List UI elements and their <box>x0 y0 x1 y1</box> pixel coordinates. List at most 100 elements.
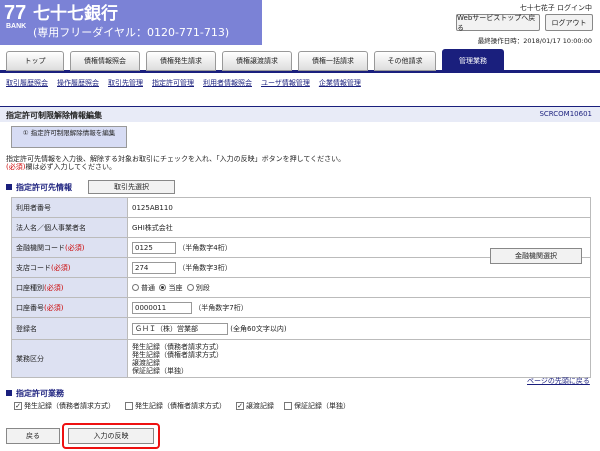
section-title: 指定許可業務 <box>16 389 64 398</box>
partner-form: 利用者番号 0125AB110 法人名／個人事業者名 GHI株式会社 金融機関コ… <box>11 197 591 378</box>
bank-code-input[interactable]: 0125 <box>132 241 176 254</box>
tab-other-request[interactable]: その他請求 <box>374 51 436 71</box>
subnav-transaction-history[interactable]: 取引履歴照会 <box>6 78 48 90</box>
last-operation-time: 最終操作日時：2018/01/17 10:00:00 <box>477 37 592 45</box>
user-login-status: 七十七花子 ログイン中 <box>519 4 592 12</box>
cell-account-no: 0000011 （半角数字7桁） <box>127 297 591 318</box>
label-branch: 支店コード(必須) <box>11 257 128 278</box>
back-button[interactable]: 戻る <box>6 428 60 444</box>
select-financial-institution-button[interactable]: 金融機関選択 <box>490 248 582 264</box>
subnav-company-management[interactable]: 企業情報管理 <box>319 78 361 90</box>
logo-mark-sub: BANK <box>6 23 27 30</box>
check-label: 保証記録（単独） <box>294 402 350 410</box>
check-item: 保証記録（単独） <box>284 401 350 411</box>
row-user-number: 利用者番号 0125AB110 <box>11 197 591 218</box>
sub-navigation: 取引履歴照会 操作履歴照会 取引先管理 指定許可管理 利用者情報照会 ユーザ情報… <box>6 78 361 90</box>
select-partner-button[interactable]: 取引先選択 <box>88 180 175 194</box>
value-company: GHI株式会社 <box>127 217 591 238</box>
tab-admin[interactable]: 管理業務 <box>442 49 504 72</box>
tab-bulk-request[interactable]: 債権一括請求 <box>298 51 368 71</box>
row-business: 業務区分 発生記録（債務者請求方式） 発生記録（債権者請求方式） 譲渡記録 保証… <box>11 339 591 378</box>
radio-special-label: 別段 <box>195 283 210 292</box>
checkbox-debtor-issue[interactable]: ✓ <box>14 402 22 410</box>
label-user-number: 利用者番号 <box>11 197 128 218</box>
tab-claim-transfer[interactable]: 債権譲渡請求 <box>222 51 292 71</box>
label-bank-code-text: 金融機関コード <box>16 243 65 252</box>
radio-current[interactable] <box>159 284 167 291</box>
check-item: ✓ 譲渡記録 <box>236 401 274 411</box>
business-line: 発生記録（債権者請求方式） <box>132 350 223 359</box>
reg-name-input[interactable]: ＧＨＩ（株）営業部 <box>132 322 228 335</box>
service-top-button[interactable]: Webサービストップへ戻る <box>456 14 540 32</box>
screen-id: SCRCOM10601 <box>539 110 592 118</box>
logo-mark: 77 <box>4 2 27 24</box>
label-reg-name: 登録名 <box>11 317 128 340</box>
label-company: 法人名／個人事業者名 <box>11 217 128 238</box>
row-account-no: 口座番号(必須) 0000011 （半角数字7桁） <box>11 297 591 318</box>
required-marker: (必須) <box>65 243 85 252</box>
page-header: 77 BANK 七十七銀行 (専用フリーダイヤル：0120-771-713) 七… <box>0 0 600 45</box>
required-marker: (必須) <box>6 163 26 171</box>
business-line: 保証記録（単独） <box>132 366 188 375</box>
label-branch-text: 支店コード <box>16 263 51 272</box>
bank-phone: (専用フリーダイヤル：0120-771-713) <box>33 26 230 39</box>
required-marker: (必須) <box>51 263 71 272</box>
main-tabs: トップ 債権情報照会 債権発生請求 債権譲渡請求 債権一括請求 その他請求 管理… <box>0 49 600 73</box>
bank-code-hint: （半角数字4桁） <box>178 243 232 252</box>
business-line: 発生記録（債務者請求方式） <box>132 342 223 351</box>
checkbox-creditor-issue[interactable] <box>125 402 133 410</box>
reg-name-hint: (全角60文字以内) <box>230 324 287 333</box>
operation-checkboxes: ✓ 発生記録（債務者請求方式） 発生記録（債権者請求方式） ✓ 譲渡記録 保証記録（… <box>14 401 350 411</box>
subnav-partner-management[interactable]: 取引先管理 <box>108 78 143 90</box>
radio-ordinary-label: 普通 <box>141 283 155 292</box>
subnav-permission-management[interactable]: 指定許可管理 <box>152 78 194 90</box>
checkbox-guarantee[interactable] <box>284 402 292 410</box>
value-user-number: 0125AB110 <box>127 197 591 218</box>
row-company: 法人名／個人事業者名 GHI株式会社 <box>11 217 591 238</box>
check-label: 譲渡記録 <box>246 402 274 410</box>
branch-code-hint: （半角数字3桁） <box>178 263 232 272</box>
label-business: 業務区分 <box>11 339 128 378</box>
radio-current-label: 当座 <box>168 283 183 292</box>
apply-button-highlight: 入力の反映 <box>62 423 160 449</box>
required-marker: (必須) <box>44 283 64 292</box>
tab-claim-issue[interactable]: 債権発生請求 <box>146 51 216 71</box>
page-title: 指定許可制限解除情報編集 <box>6 111 102 120</box>
radio-ordinary[interactable] <box>132 284 139 291</box>
bank-name: 七十七銀行 <box>33 4 118 24</box>
checkbox-transfer[interactable]: ✓ <box>236 402 244 410</box>
business-line: 譲渡記録 <box>132 358 160 367</box>
row-reg-name: 登録名 ＧＨＩ（株）営業部 (全角60文字以内) <box>11 317 591 340</box>
check-item: ✓ 発生記録（債務者請求方式） <box>14 401 115 411</box>
subnav-operation-history[interactable]: 操作履歴照会 <box>57 78 99 90</box>
row-account-type: 口座種別(必須) 普通 当座 別段 <box>11 277 591 298</box>
account-no-input[interactable]: 0000011 <box>132 301 192 314</box>
section-permitted-operations: 指定許可業務 <box>6 388 64 399</box>
instruction-line-2: (必須)欄は必ず入力してください。 <box>6 163 345 171</box>
tab-top[interactable]: トップ <box>6 51 64 71</box>
branch-code-input[interactable]: 274 <box>132 261 176 274</box>
label-bank-code: 金融機関コード(必須) <box>11 237 128 258</box>
check-label: 発生記録（債務者請求方式） <box>24 402 115 410</box>
subnav-user-management[interactable]: ユーザ情報管理 <box>261 78 310 90</box>
label-account-no: 口座番号(必須) <box>11 297 128 318</box>
tab-claim-inquiry[interactable]: 債権情報照会 <box>70 51 140 71</box>
logout-button[interactable]: ログアウト <box>545 14 593 31</box>
cell-account-type: 普通 当座 別段 <box>127 277 591 298</box>
section-permitted-partner: 指定許可先情報 <box>6 182 72 193</box>
apply-input-button[interactable]: 入力の反映 <box>68 428 154 444</box>
account-no-hint: （半角数字7桁） <box>194 303 248 312</box>
page-title-bar: 指定許可制限解除情報編集 SCRCOM10601 <box>0 106 600 122</box>
required-marker: (必須) <box>44 303 64 312</box>
cell-reg-name: ＧＨＩ（株）営業部 (全角60文字以内) <box>127 317 591 340</box>
section-title: 指定許可先情報 <box>16 183 72 192</box>
bank-logo-banner: 77 BANK 七十七銀行 (専用フリーダイヤル：0120-771-713) <box>0 0 262 45</box>
radio-special[interactable] <box>186 284 194 291</box>
instructions: 指定許可先情報を入力後、解除する対象お取引にチェックを入れ、「入力の反映」ボタン… <box>6 155 345 171</box>
label-account-type-text: 口座種別 <box>16 283 44 292</box>
check-item: 発生記録（債権者請求方式） <box>125 401 226 411</box>
page-top-link[interactable]: ページの先頭に戻る <box>527 376 590 386</box>
instruction-line-1: 指定許可先情報を入力後、解除する対象お取引にチェックを入れ、「入力の反映」ボタン… <box>6 155 346 163</box>
instruction-text-2: 欄は必ず入力してください。 <box>25 163 117 171</box>
subnav-user-info[interactable]: 利用者情報照会 <box>203 78 252 90</box>
